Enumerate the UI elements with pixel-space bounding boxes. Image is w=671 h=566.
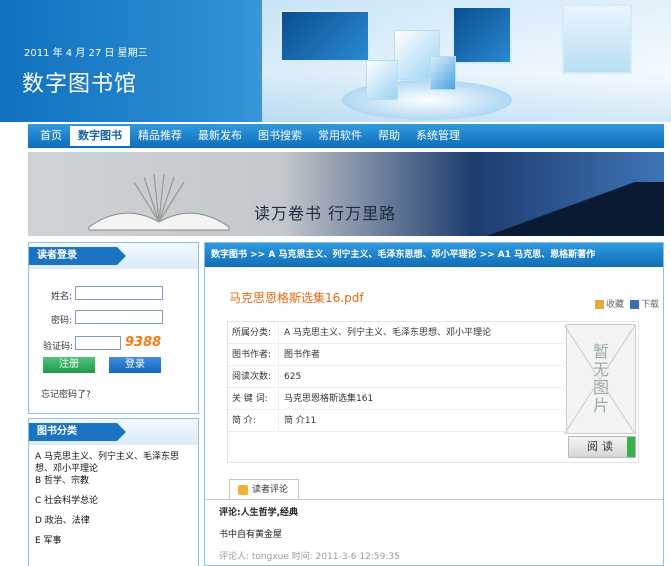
book-cover-placeholder: 暂无图片 bbox=[566, 324, 636, 434]
reader-login-panel: 读者登录 姓名: 密码: 验证码: 9388 注册 登录 忘记密码了? bbox=[28, 242, 199, 414]
book-detail-panel: 数字图书 >> A 马克思主义、列宁主义、毛泽东思想、邓小平理论 >> A1 马… bbox=[204, 242, 664, 566]
tab-reader-comments[interactable]: 读者评论 bbox=[229, 479, 299, 499]
category-panel-title: 图书分类 bbox=[29, 423, 126, 441]
info-row-read-count: 阅读次数: 625 bbox=[228, 366, 564, 388]
category-item-a[interactable]: A 马克思主义、列宁主义、毛泽东思想、邓小平理论 bbox=[35, 451, 192, 475]
comment-meta: 评论人: tongxue 时间: 2011-3-6 12:59:35 bbox=[219, 552, 400, 562]
category-item-b[interactable]: B 哲学、宗教 bbox=[35, 475, 192, 487]
category-item-d[interactable]: D 政治、法律 bbox=[35, 515, 192, 527]
name-label: 姓名: bbox=[51, 292, 73, 302]
name-input[interactable] bbox=[75, 286, 163, 300]
nav-software[interactable]: 常用软件 bbox=[310, 126, 370, 146]
password-label: 密码: bbox=[51, 316, 73, 326]
nav-home[interactable]: 首页 bbox=[32, 126, 70, 146]
nav-book-search[interactable]: 图书搜索 bbox=[250, 126, 310, 146]
login-button[interactable]: 登录 bbox=[109, 357, 161, 373]
info-row-author: 图书作者: 图书作者 bbox=[228, 344, 564, 366]
info-row-keywords: 关 键 词: 马克思恩格斯选集161 bbox=[228, 388, 564, 410]
forgot-password-link[interactable]: 忘记密码了? bbox=[41, 387, 91, 400]
walker-silhouette bbox=[622, 186, 628, 200]
book-info-table: 所属分类: A 马克思主义、列宁主义、毛泽东思想、邓小平理论 图书作者: 图书作者 … bbox=[227, 321, 639, 463]
category-item-c[interactable]: C 社会科学总论 bbox=[35, 495, 192, 507]
nav-admin[interactable]: 系统管理 bbox=[408, 126, 468, 146]
login-panel-title: 读者登录 bbox=[29, 247, 126, 265]
nav-latest[interactable]: 最新发布 bbox=[190, 126, 250, 146]
book-banner: 读万卷书 行万里路 bbox=[28, 152, 664, 236]
main-nav: 首页 数字图书 精品推荐 最新发布 图书搜索 常用软件 帮助 系统管理 bbox=[28, 124, 664, 148]
captcha-input[interactable] bbox=[75, 336, 121, 350]
book-title: 马克思恩格斯选集16.pdf bbox=[229, 291, 364, 305]
current-date: 2011 年 4 月 27 日 星期三 bbox=[24, 48, 148, 59]
breadcrumb[interactable]: 数字图书 >> A 马克思主义、列宁主义、毛泽东思想、邓小平理论 >> A1 马… bbox=[205, 243, 663, 267]
info-row-category: 所属分类: A 马克思主义、列宁主义、毛泽东思想、邓小平理论 bbox=[228, 322, 564, 344]
collect-button[interactable]: 收藏 bbox=[594, 297, 624, 310]
comment-icon bbox=[238, 485, 248, 495]
register-button[interactable]: 注册 bbox=[43, 357, 95, 373]
nav-recommended[interactable]: 精品推荐 bbox=[130, 126, 190, 146]
open-book-icon bbox=[88, 173, 230, 231]
read-button[interactable]: 阅读 bbox=[568, 436, 636, 458]
site-header: 2011 年 4 月 27 日 星期三 数字图书馆 bbox=[0, 0, 671, 122]
info-row-intro: 简 介: 简 介11 bbox=[228, 410, 564, 432]
site-logo-title: 数字图书馆 bbox=[22, 72, 138, 97]
nav-help[interactable]: 帮助 bbox=[370, 126, 408, 146]
download-button[interactable]: 下载 bbox=[629, 297, 659, 310]
book-category-panel: 图书分类 A 马克思主义、列宁主义、毛泽东思想、邓小平理论 B 哲学、宗教 C … bbox=[28, 418, 199, 566]
comment-title: 评论:人生哲学,经典 bbox=[219, 508, 299, 518]
captcha-image[interactable]: 9388 bbox=[125, 335, 161, 350]
comment-body: 书中自有黄金屋 bbox=[219, 530, 283, 540]
save-icon bbox=[629, 300, 639, 309]
header-illustration bbox=[262, 0, 671, 122]
nav-digital-books[interactable]: 数字图书 bbox=[70, 126, 130, 146]
banner-slogan: 读万卷书 行万里路 bbox=[254, 204, 397, 223]
password-input[interactable] bbox=[75, 310, 163, 324]
category-item-e[interactable]: E 军事 bbox=[35, 535, 192, 547]
captcha-label: 验证码: bbox=[43, 342, 74, 352]
bookmark-icon bbox=[594, 300, 604, 309]
